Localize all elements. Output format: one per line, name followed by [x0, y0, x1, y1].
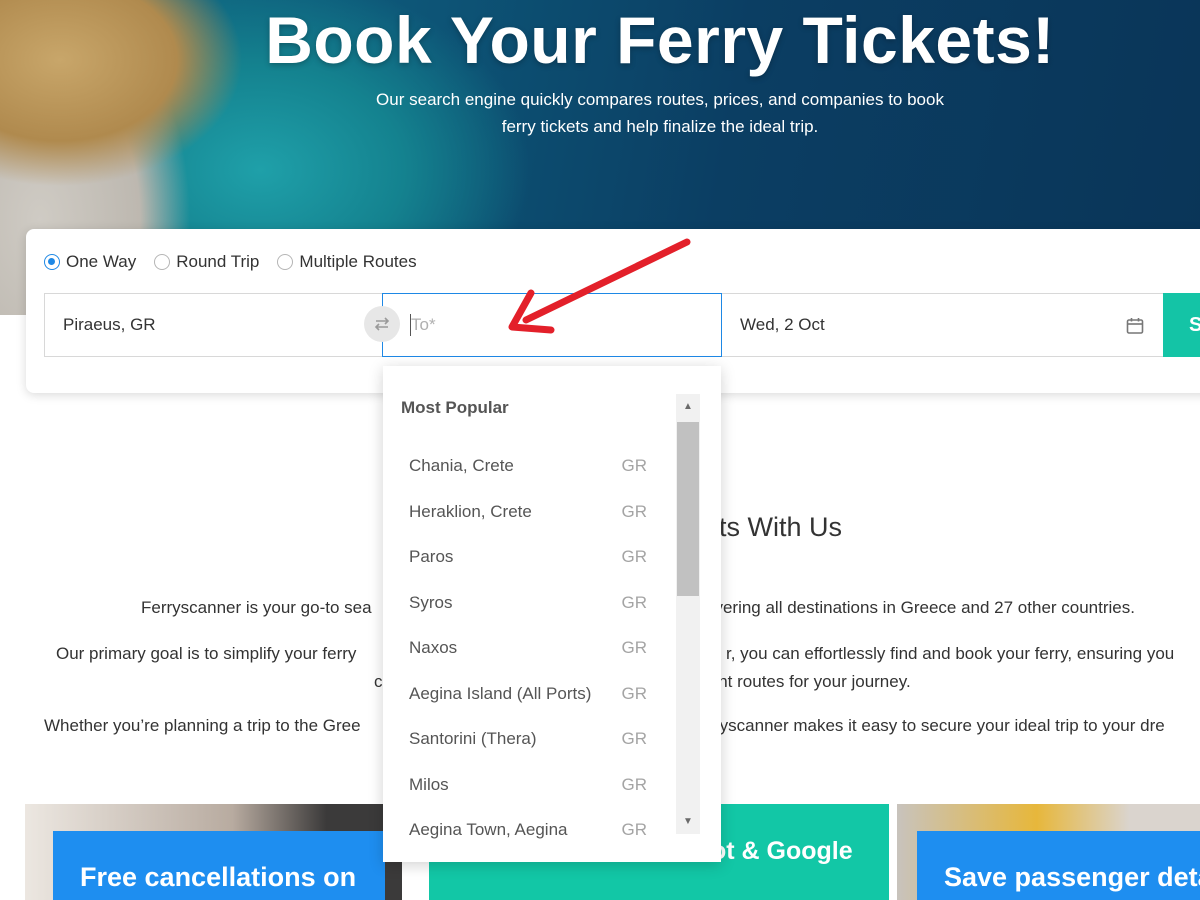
trip-type-round-trip-label: Round Trip [176, 252, 260, 271]
scroll-down-arrow-icon[interactable]: ▼ [676, 809, 700, 833]
from-field[interactable]: Piraeus, GR [44, 293, 386, 357]
date-value: Wed, 2 Oct [740, 315, 825, 334]
dropdown-option-name: Milos [409, 775, 449, 794]
trip-type-multiple-routes-label: Multiple Routes [299, 252, 417, 271]
swap-button[interactable] [364, 306, 400, 342]
paragraph-3-right: ryscanner makes it easy to secure your i… [714, 716, 1165, 735]
dropdown-option[interactable]: Syros GR [409, 593, 647, 617]
trip-type-one-way[interactable]: One Way [44, 251, 136, 273]
dropdown-option-country: GR [621, 638, 648, 657]
dropdown-option-name: Santorini (Thera) [409, 729, 537, 748]
dropdown-option-country: GR [621, 502, 648, 521]
dropdown-option-name: Aegina Town, Aegina [409, 820, 568, 839]
dropdown-option-country: GR [621, 593, 648, 612]
hero-subtitle-line1: Our search engine quickly compares route… [376, 90, 944, 109]
dropdown-option-name: Heraklion, Crete [409, 502, 532, 521]
dropdown-option-country: GR [621, 820, 648, 839]
trip-type-one-way-label: One Way [66, 252, 137, 271]
dropdown-option[interactable]: Aegina Island (All Ports) GR [409, 684, 647, 708]
radio-multiple-routes[interactable] [277, 254, 294, 270]
dropdown-option-name: Naxos [409, 638, 458, 657]
dropdown-section-header: Most Popular [401, 398, 509, 417]
dropdown-option-country: GR [621, 456, 648, 475]
dropdown-option-country: GR [621, 729, 648, 748]
dropdown-option[interactable]: Paros GR [409, 547, 647, 571]
dropdown-option-name: Paros [409, 547, 454, 566]
dropdown-option[interactable]: Santorini (Thera) GR [409, 729, 647, 753]
paragraph-2-left: Our primary goal is to simplify your fer… [56, 644, 357, 663]
to-field[interactable] [382, 293, 722, 357]
radio-one-way[interactable] [44, 254, 60, 270]
dropdown-option[interactable]: Aegina Town, Aegina GR [409, 820, 647, 844]
paragraph-1-right: overing all destinations in Greece and 2… [705, 598, 1135, 617]
date-field[interactable]: Wed, 2 Oct [722, 293, 1165, 357]
destination-dropdown: Most Popular Chania, Crete GR Heraklion,… [383, 366, 721, 862]
calendar-icon[interactable] [1126, 317, 1144, 335]
paragraph-3-left: Whether you’re planning a trip to the Gr… [44, 716, 361, 735]
feature-card-passenger-label: Save passenger deta [944, 862, 1200, 892]
hero-title: Book Your Ferry Tickets! [265, 3, 1055, 77]
dropdown-option-country: GR [621, 684, 648, 703]
feature-card-reviews-label: ot & Google [711, 837, 853, 865]
paragraph-1-left: Ferryscanner is your go-to sea [141, 598, 372, 617]
search-button-label: S [1189, 313, 1200, 336]
from-value: Piraeus, GR [63, 315, 156, 334]
text-cursor [410, 314, 411, 336]
feature-card-cancellations-label: Free cancellations on [80, 862, 357, 892]
dropdown-option-name: Syros [409, 593, 453, 612]
dropdown-scrollbar-thumb[interactable] [677, 422, 699, 596]
dropdown-option-country: GR [621, 547, 648, 566]
paragraph-2b-left: c [374, 672, 383, 691]
hero-subtitle-line2: ferry tickets and help finalize the idea… [501, 117, 819, 136]
hero-subtitle: Our search engine quickly compares route… [330, 86, 990, 140]
dropdown-option[interactable]: Milos GR [409, 775, 647, 799]
to-input[interactable] [411, 315, 691, 335]
paragraph-2b-right: ient routes for your journey. [705, 672, 911, 691]
swap-arrows-icon [374, 317, 390, 331]
trip-type-selector: One Way Round Trip Multiple Routes [44, 251, 417, 273]
dropdown-option-name: Aegina Island (All Ports) [409, 684, 592, 703]
search-button[interactable]: S [1163, 293, 1200, 357]
paragraph-2-right: r, you can effortlessly find and book yo… [726, 644, 1175, 663]
dropdown-option[interactable]: Chania, Crete GR [409, 456, 647, 480]
section-title: ets With Us [704, 512, 843, 542]
trip-type-round-trip[interactable]: Round Trip [154, 251, 259, 273]
radio-round-trip[interactable] [154, 254, 171, 270]
dropdown-option-country: GR [621, 775, 648, 794]
scroll-up-arrow-icon[interactable]: ▲ [676, 394, 700, 418]
dropdown-option[interactable]: Naxos GR [409, 638, 647, 662]
dropdown-option[interactable]: Heraklion, Crete GR [409, 502, 647, 526]
dropdown-option-name: Chania, Crete [409, 456, 514, 475]
trip-type-multiple-routes[interactable]: Multiple Routes [277, 251, 417, 273]
